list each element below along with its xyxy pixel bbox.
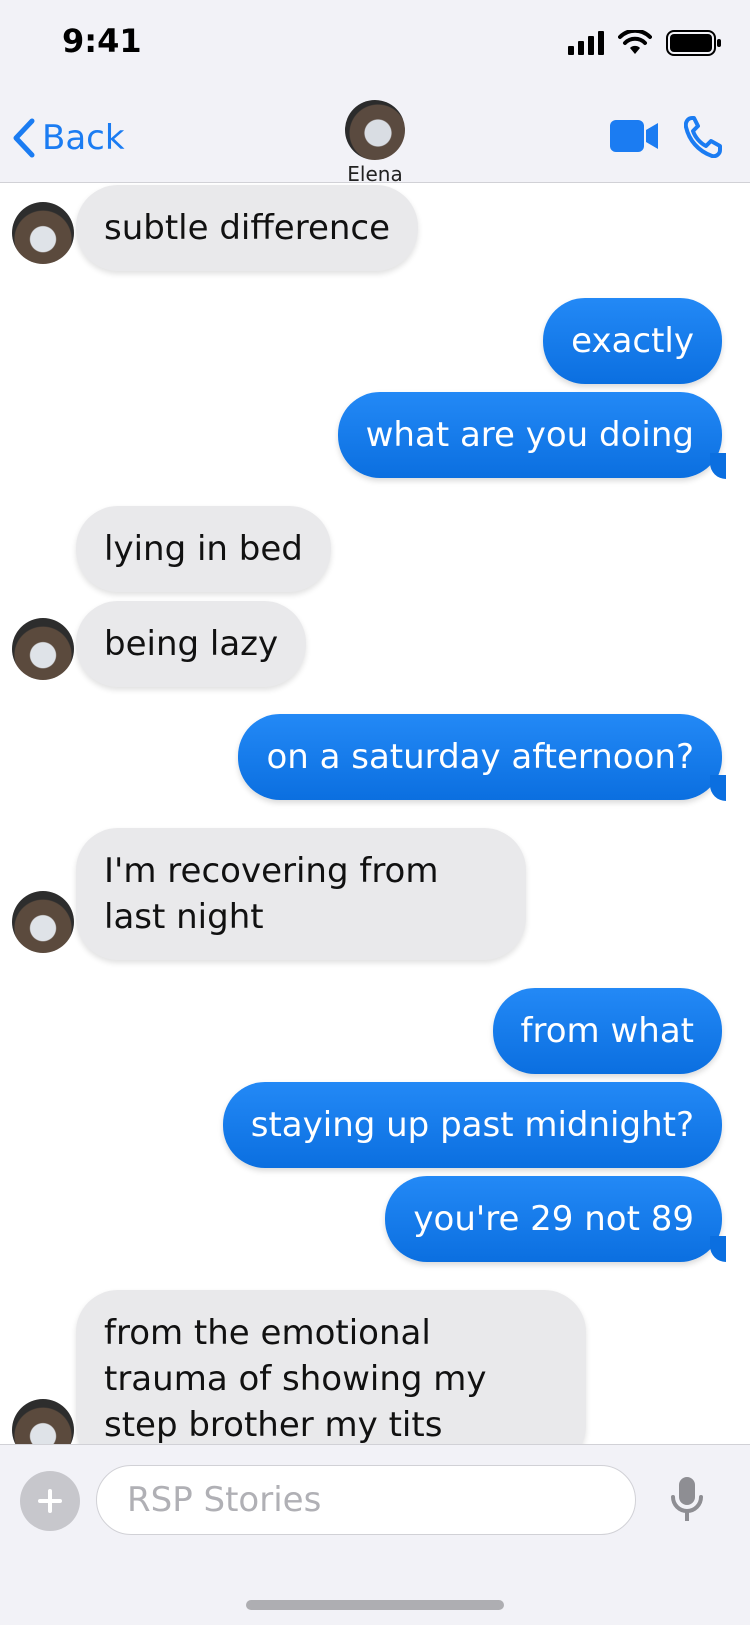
- message-input[interactable]: [96, 1465, 636, 1535]
- contact-header[interactable]: Elena: [335, 100, 415, 186]
- back-button[interactable]: Back: [12, 116, 125, 160]
- bubble-tail: [710, 775, 726, 801]
- status-icons: [568, 28, 722, 58]
- message-incoming[interactable]: from the emotional trauma of showing my …: [76, 1290, 586, 1444]
- message-incoming[interactable]: subtle difference: [76, 185, 419, 271]
- sender-avatar[interactable]: [12, 1399, 74, 1444]
- signal-icon: [568, 31, 604, 55]
- message-outgoing[interactable]: from what: [492, 988, 722, 1074]
- message-incoming[interactable]: lying in bed: [76, 506, 331, 592]
- message-outgoing[interactable]: staying up past midnight?: [222, 1082, 722, 1168]
- sender-avatar[interactable]: [12, 891, 74, 953]
- battery-icon: [666, 30, 721, 56]
- message-outgoing[interactable]: what are you doing: [337, 392, 722, 478]
- contact-avatar[interactable]: [345, 100, 405, 160]
- message-outgoing[interactable]: on a saturday afternoon?: [238, 714, 722, 800]
- bubble-tail: [710, 1236, 726, 1262]
- message-outgoing[interactable]: exactly: [543, 298, 722, 384]
- phone-call-icon[interactable]: [684, 116, 722, 158]
- chat-transcript[interactable]: subtle difference exactly what are you d…: [0, 183, 750, 1444]
- wifi-icon: [618, 30, 652, 54]
- video-call-icon[interactable]: [610, 120, 660, 152]
- back-label: Back: [42, 118, 125, 158]
- status-bar: 9:41: [0, 0, 750, 90]
- message-outgoing[interactable]: you're 29 not 89: [385, 1176, 722, 1262]
- microphone-icon[interactable]: [670, 1477, 704, 1523]
- message-incoming[interactable]: I'm recovering from last night: [76, 828, 526, 960]
- add-attachment-button[interactable]: [20, 1471, 80, 1531]
- chevron-left-icon: [13, 118, 35, 158]
- message-incoming[interactable]: being lazy: [76, 601, 307, 687]
- nav-bar: Back Elena: [0, 90, 750, 186]
- bubble-tail: [710, 453, 726, 479]
- home-indicator[interactable]: [246, 1600, 504, 1610]
- status-time: 9:41: [62, 22, 142, 60]
- sender-avatar[interactable]: [12, 202, 74, 264]
- sender-avatar[interactable]: [12, 618, 74, 680]
- composer-bar: [0, 1444, 750, 1625]
